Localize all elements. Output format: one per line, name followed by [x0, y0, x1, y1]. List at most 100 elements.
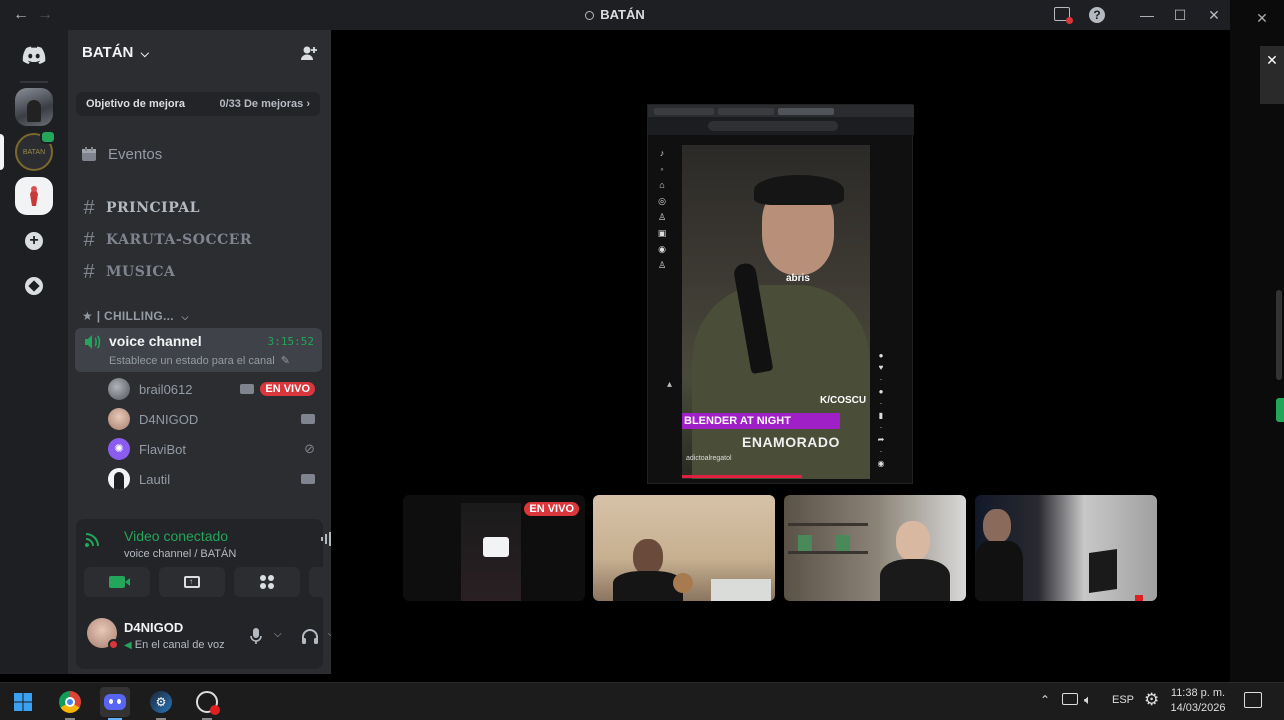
camera-toggle-button[interactable] [84, 567, 150, 597]
activities-button[interactable] [234, 567, 300, 597]
voice-user-name: brail0612 [139, 381, 193, 397]
pencil-icon: ✎ [280, 355, 291, 367]
voice-status[interactable]: Video conectado [124, 528, 228, 544]
hashtag-icon: # [83, 260, 95, 283]
avatar [108, 468, 130, 490]
server-avatar-3[interactable] [15, 177, 53, 215]
hashtag-icon: # [83, 228, 95, 251]
voice-user-flavibot[interactable]: ✺ FlaviBot ⊘ [108, 436, 323, 462]
username[interactable]: D4NIGOD [124, 620, 183, 635]
tiktok-actions: ● ♥ · ● · ▮ · ➦ · ◉ [877, 351, 885, 468]
chrome-icon[interactable] [55, 687, 85, 720]
stream-caption: abris [786, 273, 810, 284]
chevron-down-icon[interactable]: ⌵ [274, 629, 282, 640]
clock[interactable]: 11:38 p. m. 14/03/2026 [1166, 686, 1230, 716]
arrow-left-icon[interactable]: ← [10, 6, 32, 24]
server-header[interactable]: BATÁN ⌵ [82, 44, 149, 61]
stream-video-frame[interactable]: abris K/COSCU BLENDER AT NIGHT ENAMORADO… [682, 145, 870, 479]
discord-taskbar-icon[interactable] [100, 687, 130, 720]
channel-principal[interactable]: # PRINCIPAL [76, 194, 323, 222]
voice-channel-item[interactable]: voice channel 3:15:52 Establece un estad… [75, 328, 322, 372]
server-avatar-batan[interactable]: BATAN [15, 130, 56, 171]
clock-date: 14/03/2026 [1170, 702, 1226, 714]
stream-banner: BLENDER AT NIGHT [682, 413, 840, 429]
window-title: BATÁN [0, 0, 1230, 30]
help-icon[interactable]: ? [1089, 7, 1105, 23]
channel-karuta-soccer[interactable]: # KARUTA-SOCCER [76, 226, 323, 254]
chevron-up-icon[interactable]: ⌃ [1040, 693, 1050, 707]
maximize-icon[interactable]: ☐ [1163, 0, 1197, 30]
category-chilling[interactable]: ★ | CHILLING... ⌵ [82, 309, 189, 323]
minimize-icon[interactable]: — [1130, 0, 1164, 30]
camera-off-icon: ⊘ [304, 441, 315, 456]
title-bar: ← → BATÁN ? — ☐ ✕ [0, 0, 1230, 30]
stream-progress [682, 475, 802, 478]
inbox-icon[interactable] [1054, 7, 1073, 24]
close-icon[interactable]: ✕ [1240, 0, 1284, 36]
voice-user-d4nigod[interactable]: D4NIGOD [108, 406, 323, 432]
boost-goal[interactable]: Objetivo de mejora 0/33 De mejoras › [76, 92, 320, 116]
stream-overlay-title: ENAMORADO [742, 434, 840, 450]
language-indicator[interactable]: ESP [1112, 694, 1134, 706]
chevron-right-icon: › [306, 98, 310, 110]
recording-app-icon[interactable] [192, 687, 222, 720]
stream-browser-toolbar [648, 117, 914, 135]
category-label: ★ | CHILLING... [82, 309, 174, 323]
avatar: ✺ [108, 438, 130, 460]
calendar-icon [76, 146, 102, 162]
avatar[interactable] [87, 618, 119, 650]
volume-icon[interactable]: 🔈︎ [1084, 692, 1092, 708]
steam-icon[interactable]: ⚙ [146, 687, 176, 720]
network-icon[interactable] [1062, 693, 1078, 705]
microphone-icon[interactable] [250, 627, 262, 645]
monitor-prop [1089, 549, 1117, 593]
headphones-icon[interactable] [301, 628, 319, 644]
invite-icon[interactable] [300, 44, 318, 62]
chevron-down-icon: ⌵ [140, 48, 149, 60]
stream-uploader: adictoalregatol [686, 455, 732, 462]
events-item[interactable]: Eventos [76, 140, 323, 168]
video-stage: ♪ ◦ ⌂ ◎ ♙ ▣ ◉ ♙ abris K/COSCU BLENDER AT NIGHT … [331, 30, 1229, 674]
windows-start-icon[interactable] [8, 687, 38, 717]
live-badge: EN VIVO [524, 502, 579, 516]
background-window: ✕ ✕ [1230, 0, 1284, 682]
channel-name: PRINCIPAL [106, 200, 200, 216]
add-server-icon[interactable]: + [15, 222, 53, 260]
voice-user-brail0612[interactable]: brail0612 EN VIVO [108, 376, 323, 402]
voice-user-lautil[interactable]: Lautil [108, 466, 323, 492]
stream-preview-tile[interactable]: EN VIVO [403, 495, 585, 601]
arrow-right-icon[interactable]: → [34, 6, 56, 24]
status-dnd-icon [108, 639, 119, 650]
shelf-prop [788, 505, 868, 601]
camera-tile-2[interactable] [784, 495, 966, 601]
discover-icon[interactable] [15, 267, 53, 305]
active-server-indicator [0, 134, 4, 170]
participant-body [975, 541, 1023, 601]
camera-icon [301, 474, 315, 484]
close-icon[interactable]: ✕ [1197, 0, 1231, 30]
desk-prop [711, 579, 771, 601]
scrollbar[interactable] [1276, 290, 1282, 380]
camera-icon [240, 384, 255, 394]
server-name: BATÁN [82, 44, 134, 61]
channel-status-field[interactable]: Establece un estado para el canal ✎ [109, 354, 290, 367]
camera-tile-3[interactable] [975, 495, 1157, 601]
participant-head [983, 509, 1011, 543]
gear-icon[interactable]: ⚙ [1144, 690, 1159, 710]
background-indicator [1276, 398, 1284, 422]
chevron-down-icon: ⌵ [181, 312, 189, 322]
voice-user-name: D4NIGOD [139, 411, 199, 427]
person-cap [754, 175, 844, 205]
camera-tile-1[interactable] [593, 495, 775, 601]
boost-goal-label: Objetivo de mejora [86, 98, 186, 110]
discord-home-icon[interactable] [15, 36, 53, 74]
server-avatar-1[interactable] [15, 88, 53, 126]
video-indicator-icon [40, 130, 56, 144]
screen-share-button[interactable]: ↑ [159, 567, 225, 597]
notification-icon[interactable] [1244, 692, 1262, 708]
clock-time: 11:38 p. m. [1170, 687, 1226, 699]
voice-location[interactable]: voice channel / BATÁN [124, 548, 236, 560]
channel-musica[interactable]: # MUSICA [76, 258, 323, 286]
signal-icon[interactable] [84, 530, 102, 548]
featured-stream[interactable]: ♪ ◦ ⌂ ◎ ♙ ▣ ◉ ♙ abris K/COSCU BLENDER AT NIGHT … [647, 104, 914, 484]
